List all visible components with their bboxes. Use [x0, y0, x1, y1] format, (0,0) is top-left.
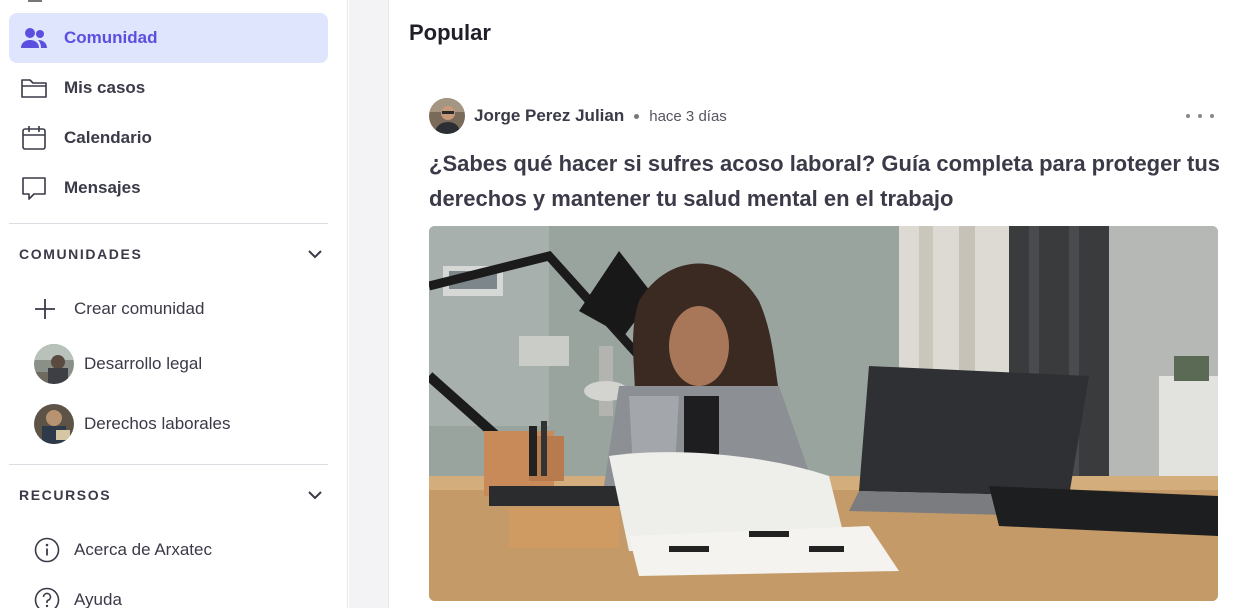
nav-label: Comunidad: [64, 28, 158, 47]
content-gutter: [349, 0, 389, 608]
nav-label: Calendario: [64, 128, 152, 147]
nav-label: Mis casos: [64, 78, 146, 97]
community-item-desarrollo-legal[interactable]: Desarrollo legal: [34, 344, 202, 384]
comunidades-section-toggle[interactable]: COMUNIDADES: [19, 242, 324, 266]
author-avatar[interactable]: [429, 98, 465, 134]
top-stub: [28, 0, 42, 2]
section-title: Popular: [409, 20, 491, 45]
nav-label: Mensajes: [64, 178, 141, 197]
info-icon: [34, 535, 64, 565]
divider: [9, 223, 328, 224]
post-image[interactable]: [429, 226, 1218, 601]
users-icon: [19, 23, 49, 53]
chat-bubble-icon: [19, 173, 49, 203]
sidebar: Comunidad Mis casos Calendario Mensajes: [0, 0, 348, 608]
folder-icon: [19, 73, 49, 103]
chevron-down-icon: [306, 245, 324, 263]
section-title: RECURSOS: [19, 487, 112, 503]
help-icon: [34, 585, 64, 608]
feed: Popular Jorge Perez Julian hace 3 días ¿…: [390, 0, 1254, 608]
community-label: Desarrollo legal: [84, 354, 203, 373]
separator-dot: [634, 113, 640, 119]
post-title[interactable]: ¿Sabes qué hacer si sufres acoso laboral…: [429, 146, 1229, 216]
section-title: COMUNIDADES: [19, 246, 143, 262]
community-label: Derechos laborales: [84, 414, 231, 433]
divider: [9, 464, 328, 465]
calendar-icon: [19, 123, 49, 153]
post-header: Jorge Perez Julian hace 3 días: [429, 98, 727, 134]
community-item-derechos-laborales[interactable]: Derechos laborales: [34, 404, 230, 444]
create-community-label: Crear comunidad: [74, 299, 205, 318]
resource-item-acerca[interactable]: Acerca de Arxatec: [34, 530, 212, 570]
plus-icon: [34, 294, 64, 324]
nav-item-mis-casos[interactable]: Mis casos: [9, 63, 328, 113]
community-avatar: [34, 404, 74, 444]
nav-item-comunidad[interactable]: Comunidad: [9, 13, 328, 63]
resource-label: Acerca de Arxatec: [74, 540, 212, 559]
nav-item-mensajes[interactable]: Mensajes: [9, 163, 328, 213]
create-community-button[interactable]: Crear comunidad: [34, 289, 204, 329]
resource-label: Ayuda: [74, 590, 122, 608]
resource-item-ayuda[interactable]: Ayuda: [34, 580, 122, 608]
recursos-section-toggle[interactable]: RECURSOS: [19, 483, 324, 507]
nav-item-calendario[interactable]: Calendario: [9, 113, 328, 163]
community-avatar: [34, 344, 74, 384]
author-name[interactable]: Jorge Perez Julian: [474, 106, 624, 126]
chevron-down-icon: [306, 486, 324, 504]
more-options-icon[interactable]: [1186, 106, 1214, 126]
post-timestamp: hace 3 días: [649, 107, 727, 125]
